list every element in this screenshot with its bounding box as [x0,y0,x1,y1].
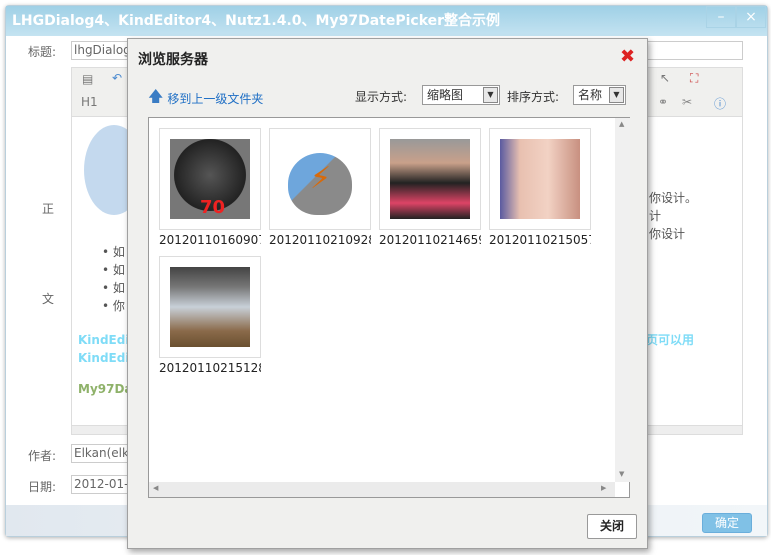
file-thumbnail[interactable] [379,128,481,230]
title-label: 标题: [28,45,57,59]
file-name: 20120110215128. [159,361,261,375]
list-item: • 如 [102,281,125,295]
chevron-down-icon: ▼ [609,87,624,103]
close-button[interactable]: 关闭 [587,514,637,539]
photo-image [170,267,250,347]
file-thumbnail[interactable] [489,128,591,230]
view-mode-select[interactable]: 缩略图 ▼ [422,85,500,105]
photo-image [390,139,470,219]
minimize-button[interactable]: – [706,6,736,28]
horizontal-scrollbar[interactable]: ◀ ▶ [149,482,615,497]
list-item: • 你 [102,299,125,313]
file-name: 20120110215057. [489,233,591,247]
my97-text: My97Da [78,382,133,396]
kindeditor-right-text: 页可以用 [646,333,695,347]
right-text: 你设计。计你设计 [649,191,698,241]
list-item: • 如 [102,245,125,259]
help-icon[interactable]: ⓘ [714,95,726,112]
cursor-icon[interactable]: ↖ [660,71,670,85]
fullscreen-icon[interactable]: ⛶ [690,71,698,86]
dialog-close-icon[interactable]: ✖ [620,46,635,67]
browse-server-dialog: 浏览服务器 ✖ 🡅 移到上一级文件夹 显示方式: 缩略图 ▼ 排序方式: 名称 ▼ … [127,38,648,549]
chevron-down-icon: ▼ [483,87,498,103]
vertical-scrollbar[interactable]: ▲ ▼ [615,118,630,482]
body-label-1: 正 [42,202,55,216]
undo-icon[interactable]: ↶ [112,71,122,85]
heading-button[interactable]: H1 [81,95,98,109]
list: • 如 • 如 • 如 • 你 [102,243,125,315]
unlink-icon[interactable]: ✂ [682,95,692,109]
file-name: 20120110214659. [379,233,481,247]
view-mode-label: 显示方式: [355,90,408,104]
file-view: ▲ ▼ ◀ ▶ 70 20120110160907. ⚡ 2012011021092… [148,117,630,498]
up-folder-label: 移到上一级文件夹 [167,92,264,106]
list-item: • 如 [102,263,125,277]
dialog-title: 浏览服务器 [138,52,208,68]
logo-image: ⚡ [280,139,360,219]
file-name: 20120110210928. [269,233,371,247]
date-label: 日期: [28,480,57,494]
up-folder-link[interactable]: 🡅 移到上一级文件夹 [148,86,263,111]
body-label-2: 文 [42,292,55,306]
file-name: 20120110160907. [159,233,261,247]
window-title: LHGDialog4、KindEditor4、Nutz1.4.0、My97Dat… [6,6,767,36]
photo-image [500,139,580,219]
sort-label: 排序方式: [507,90,560,104]
file-thumbnail[interactable]: 70 [159,128,261,230]
sort-select[interactable]: 名称 ▼ [573,85,626,105]
link-icon[interactable]: ⚭ [658,95,668,109]
author-label: 作者: [28,449,57,463]
file-thumbnail[interactable] [159,256,261,358]
paste-icon[interactable]: ▤ [82,72,93,86]
speedometer-image: 70 [170,139,250,219]
file-thumbnail[interactable]: ⚡ [269,128,371,230]
arrow-up-icon: 🡅 [148,87,164,105]
window-close-button[interactable]: × [736,6,766,28]
ok-button[interactable]: 确定 [702,513,752,533]
